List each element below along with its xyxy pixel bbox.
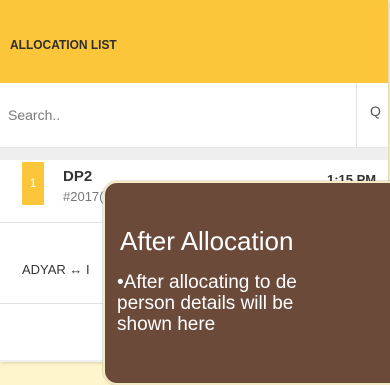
order-id: #2017( — [63, 189, 104, 204]
tutorial-callout: After Allocation •After allocating to de… — [103, 181, 390, 385]
search-button[interactable]: Q — [370, 103, 381, 119]
page-title: ALLOCATION LIST — [10, 37, 117, 52]
callout-line: •After allocating to de — [117, 272, 297, 293]
search-divider — [356, 83, 357, 147]
callout-title: After Allocation — [120, 226, 294, 256]
search-bar — [0, 83, 388, 148]
order-route: ADYAR ↔ I — [22, 262, 90, 277]
order-index-badge: 1 — [22, 162, 44, 205]
app-header: ALLOCATION LIST — [0, 0, 388, 83]
search-input[interactable] — [8, 103, 338, 127]
callout-line: person details will be — [117, 293, 294, 314]
callout-line: shown here — [117, 314, 216, 335]
callout-body: •After allocating to de person details w… — [117, 272, 390, 335]
order-name: DP2 — [63, 168, 93, 185]
